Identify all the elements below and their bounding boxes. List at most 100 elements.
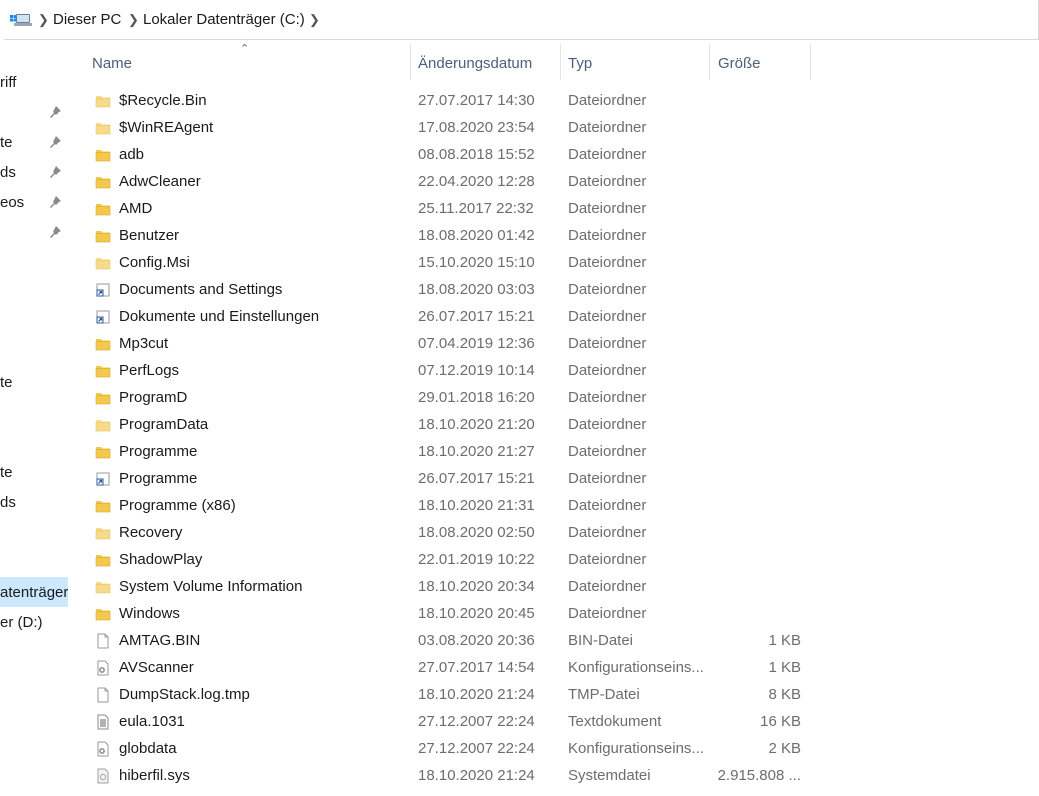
file-type: Konfigurationseins... bbox=[568, 740, 704, 757]
folder-icon bbox=[95, 555, 111, 567]
file-row[interactable]: Programme 26.07.2017 15:21 Dateiordner bbox=[70, 466, 1039, 493]
nav-item-local-disk-c[interactable]: atenträger bbox=[0, 584, 68, 601]
file-name: System Volume Information bbox=[119, 578, 303, 595]
file-name: $WinREAgent bbox=[119, 119, 214, 136]
file-date: 27.07.2017 14:54 bbox=[418, 659, 535, 676]
column-header-type[interactable]: Typ bbox=[568, 44, 592, 84]
chevron-right-icon[interactable]: ❯ bbox=[128, 12, 139, 28]
folder-icon bbox=[95, 447, 111, 459]
file-date: 18.10.2020 20:45 bbox=[418, 605, 535, 622]
pin-icon[interactable] bbox=[48, 165, 62, 179]
file-date: 08.08.2018 15:52 bbox=[418, 146, 535, 163]
breadcrumb-this-pc[interactable]: Dieser PC bbox=[53, 11, 121, 28]
shortcut-icon bbox=[96, 310, 110, 324]
file-row[interactable]: Documents and Settings 18.08.2020 03:03 Da… bbox=[70, 277, 1039, 304]
nav-item-pinned-1[interactable]: te bbox=[0, 134, 13, 151]
column-header-size[interactable]: Größe bbox=[718, 44, 761, 84]
nav-item-6[interactable]: ds bbox=[0, 494, 16, 511]
file-name: Mp3cut bbox=[119, 335, 169, 352]
file-date: 27.12.2007 22:24 bbox=[418, 713, 535, 730]
pin-icon[interactable] bbox=[48, 135, 62, 149]
pin-icon[interactable] bbox=[48, 105, 62, 119]
file-row[interactable]: Benutzer 18.08.2020 01:42 Dateiordner bbox=[70, 223, 1039, 250]
file-row[interactable]: Programme 18.10.2020 21:27 Dateiordner bbox=[70, 439, 1039, 466]
file-row[interactable]: ProgramData 18.10.2020 21:20 Dateiordner bbox=[70, 412, 1039, 439]
file-row[interactable]: DumpStack.log.tmp 18.10.2020 21:24 TMP-Dat… bbox=[70, 682, 1039, 709]
file-name: Programme bbox=[119, 443, 198, 460]
file-type: Dateiordner bbox=[568, 389, 647, 406]
file-size: 1 KB bbox=[768, 659, 801, 676]
file-date: 26.07.2017 15:21 bbox=[418, 470, 535, 487]
shortcut-icon bbox=[96, 283, 110, 297]
file-row[interactable]: Programme (x86) 18.10.2020 21:31 Dateiordn… bbox=[70, 493, 1039, 520]
file-date: 18.10.2020 21:24 bbox=[418, 767, 535, 784]
file-row[interactable]: $Recycle.Bin 27.07.2017 14:30 Dateiordner bbox=[70, 88, 1039, 115]
chevron-right-icon[interactable]: ❯ bbox=[38, 12, 49, 28]
file-row[interactable]: Windows 18.10.2020 20:45 Dateiordner bbox=[70, 601, 1039, 628]
file-type: Dateiordner bbox=[568, 119, 647, 136]
breadcrumb-local-disk-c[interactable]: Lokaler Datenträger (C:) bbox=[143, 11, 305, 28]
pin-icon[interactable] bbox=[48, 195, 62, 209]
column-divider[interactable] bbox=[410, 44, 411, 80]
file-row[interactable]: AVScanner 27.07.2017 14:54 Konfigurationse… bbox=[70, 655, 1039, 682]
file-row[interactable]: AdwCleaner 22.04.2020 12:28 Dateiordner bbox=[70, 169, 1039, 196]
file-row[interactable]: globdata 27.12.2007 22:24 Konfigurationsei… bbox=[70, 736, 1039, 763]
file-list: $Recycle.Bin 27.07.2017 14:30 Dateiordner $… bbox=[70, 88, 1039, 790]
file-row[interactable]: PerfLogs 07.12.2019 10:14 Dateiordner bbox=[70, 358, 1039, 385]
file-type: Dateiordner bbox=[568, 470, 647, 487]
folder-icon bbox=[95, 204, 111, 216]
file-row[interactable]: Config.Msi 15.10.2020 15:10 Dateiordner bbox=[70, 250, 1039, 277]
file-type: Dateiordner bbox=[568, 497, 647, 514]
file-row[interactable]: ShadowPlay 22.01.2019 10:22 Dateiordner bbox=[70, 547, 1039, 574]
file-date: 18.10.2020 21:31 bbox=[418, 497, 535, 514]
file-type: Dateiordner bbox=[568, 227, 647, 244]
chevron-right-icon[interactable]: ❯ bbox=[309, 12, 320, 28]
nav-item-drive-d[interactable]: er (D:) bbox=[0, 614, 43, 631]
column-divider[interactable] bbox=[560, 44, 561, 80]
file-date: 18.10.2020 21:24 bbox=[418, 686, 535, 703]
folder-icon bbox=[95, 150, 111, 162]
file-type: Dateiordner bbox=[568, 551, 647, 568]
folder-icon bbox=[95, 501, 111, 513]
file-row[interactable]: Recovery 18.08.2020 02:50 Dateiordner bbox=[70, 520, 1039, 547]
file-name: Recovery bbox=[119, 524, 183, 541]
file-date: 18.10.2020 20:34 bbox=[418, 578, 535, 595]
address-bar[interactable]: ❯ Dieser PC ❯ Lokaler Datenträger (C:) ❯ bbox=[4, 0, 1039, 40]
nav-item-5[interactable]: te bbox=[0, 464, 13, 481]
file-type: Dateiordner bbox=[568, 173, 647, 190]
nav-item-pinned-2[interactable]: ds bbox=[0, 164, 16, 181]
pin-icon[interactable] bbox=[48, 225, 62, 239]
file-name: ProgramData bbox=[119, 416, 209, 433]
file-date: 26.07.2017 15:21 bbox=[418, 308, 535, 325]
file-row[interactable]: ProgramD 29.01.2018 16:20 Dateiordner bbox=[70, 385, 1039, 412]
file-date: 27.07.2017 14:30 bbox=[418, 92, 535, 109]
nav-item-quick-access[interactable]: riff bbox=[0, 74, 16, 91]
file-type: Dateiordner bbox=[568, 200, 647, 217]
file-row[interactable]: $WinREAgent 17.08.2020 23:54 Dateiordner bbox=[70, 115, 1039, 142]
file-type: Dateiordner bbox=[568, 254, 647, 271]
file-name: AVScanner bbox=[119, 659, 194, 676]
column-header-date[interactable]: Änderungsdatum bbox=[418, 44, 532, 84]
nav-item-pinned-3[interactable]: eos bbox=[0, 194, 24, 211]
file-row[interactable]: Mp3cut 07.04.2019 12:36 Dateiordner bbox=[70, 331, 1039, 358]
file-row[interactable]: adb 08.08.2018 15:52 Dateiordner bbox=[70, 142, 1039, 169]
file-name: ShadowPlay bbox=[119, 551, 203, 568]
file-row[interactable]: hiberfil.sys 18.10.2020 21:24 Systemdatei 2… bbox=[70, 763, 1039, 790]
nav-item-4[interactable]: te bbox=[0, 374, 13, 391]
file-type: Textdokument bbox=[568, 713, 662, 730]
file-row[interactable]: AMD 25.11.2017 22:32 Dateiordner bbox=[70, 196, 1039, 223]
file-size: 16 KB bbox=[760, 713, 801, 730]
column-header-name[interactable]: Name bbox=[92, 44, 132, 84]
column-divider[interactable] bbox=[810, 44, 811, 80]
file-row[interactable]: System Volume Information 18.10.2020 20:3… bbox=[70, 574, 1039, 601]
file-name: PerfLogs bbox=[119, 362, 180, 379]
file-name: Config.Msi bbox=[119, 254, 190, 271]
file-type: Dateiordner bbox=[568, 335, 647, 352]
file-date: 18.08.2020 01:42 bbox=[418, 227, 535, 244]
file-row[interactable]: eula.1031 27.12.2007 22:24 Textdokument 16 … bbox=[70, 709, 1039, 736]
file-row[interactable]: Dokumente und Einstellungen 26.07.2017 15… bbox=[70, 304, 1039, 331]
file-size: 1 KB bbox=[768, 632, 801, 649]
column-divider[interactable] bbox=[709, 44, 710, 80]
file-row[interactable]: AMTAG.BIN 03.08.2020 20:36 BIN-Datei 1 KB bbox=[70, 628, 1039, 655]
file-type: Dateiordner bbox=[568, 605, 647, 622]
